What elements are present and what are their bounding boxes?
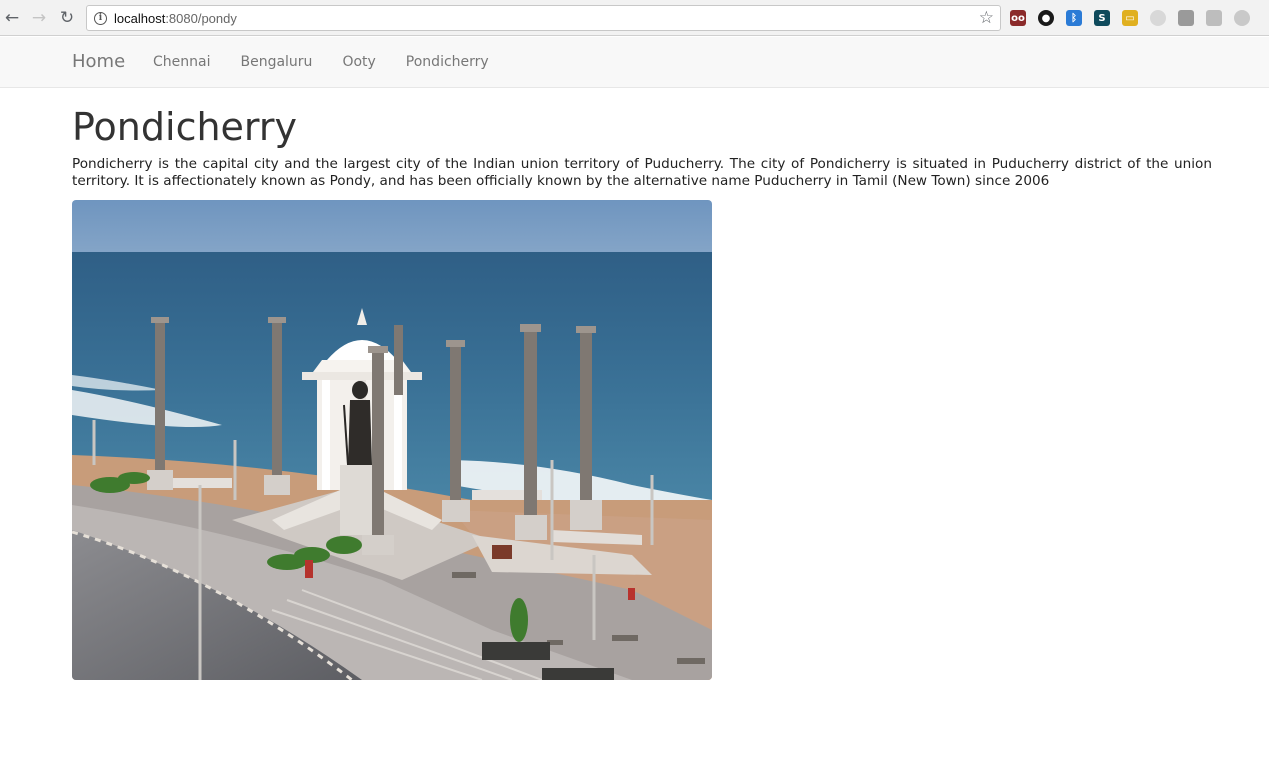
page-title: Pondicherry: [72, 105, 297, 149]
puzzle-extension-icon[interactable]: [1178, 10, 1194, 26]
ruler-extension-icon[interactable]: ▭: [1122, 10, 1138, 26]
extensions-bar: oo ● ᛒ S ▭: [1010, 9, 1262, 27]
nav-link-bengaluru[interactable]: Bengaluru: [240, 54, 312, 70]
navbar-brand-home[interactable]: Home: [72, 51, 125, 72]
nav-link-chennai[interactable]: Chennai: [153, 54, 210, 70]
forward-arrow-icon[interactable]: →: [29, 8, 49, 28]
address-bar[interactable]: i localhost:8080/pondy ☆: [86, 5, 1001, 31]
bookmark-star-icon[interactable]: ☆: [979, 8, 994, 28]
reload-icon[interactable]: ↻: [57, 8, 77, 28]
url-text[interactable]: localhost:8080/pondy: [114, 11, 237, 26]
nav-link-pondicherry[interactable]: Pondicherry: [406, 54, 489, 70]
info-icon[interactable]: i: [94, 11, 107, 25]
color-wheel-extension-icon[interactable]: ●: [1038, 10, 1054, 26]
page-description: Pondicherry is the capital city and the …: [72, 156, 1212, 189]
s-extension-icon[interactable]: S: [1094, 10, 1110, 26]
bluetooth-extension-icon[interactable]: ᛒ: [1066, 10, 1082, 26]
clock-extension-icon[interactable]: [1234, 10, 1250, 26]
glasses-extension-icon[interactable]: oo: [1010, 10, 1026, 26]
nav-link-ooty[interactable]: Ooty: [342, 54, 375, 70]
back-arrow-icon[interactable]: ←: [2, 8, 22, 28]
url-path: :8080/pondy: [165, 10, 237, 26]
grey-circle-extension-icon[interactable]: [1150, 10, 1166, 26]
main-content: Pondicherry Pondicherry is the capital c…: [72, 104, 1212, 190]
url-host: localhost: [114, 10, 166, 26]
site-navbar: Home Chennai Bengaluru Ooty Pondicherry: [0, 37, 1269, 88]
browser-toolbar: ← → ↻ i localhost:8080/pondy ☆ oo ● ᛒ S ▭: [0, 0, 1269, 36]
square-extension-icon[interactable]: [1206, 10, 1222, 26]
nav-links: Chennai Bengaluru Ooty Pondicherry: [153, 54, 519, 70]
pondicherry-promenade-photo: [72, 200, 712, 680]
